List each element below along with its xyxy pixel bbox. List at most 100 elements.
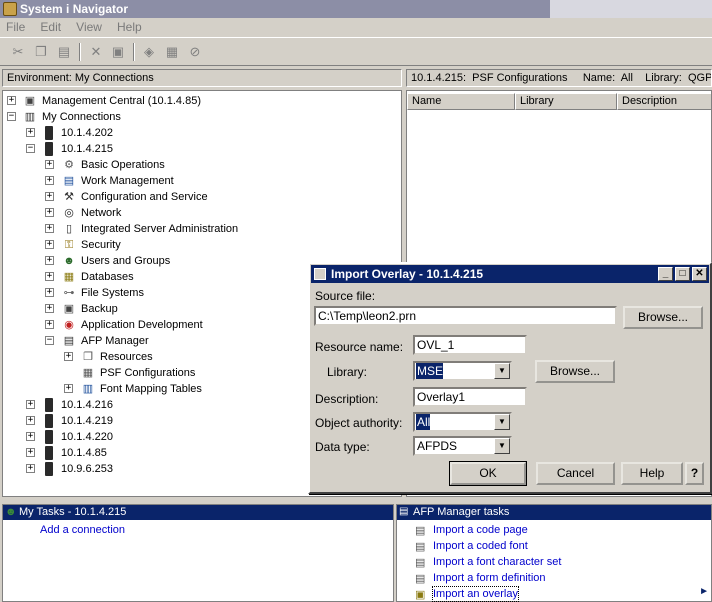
menu-bar: File Edit View Help: [0, 18, 712, 37]
expand-icon[interactable]: +: [7, 96, 16, 105]
expand-icon[interactable]: +: [64, 352, 73, 361]
copy-icon[interactable]: ❐: [33, 44, 49, 60]
data-type-select[interactable]: AFPDS ▼: [413, 436, 512, 456]
expand-icon[interactable]: +: [26, 400, 35, 409]
tree-item-basic-operations[interactable]: + ⚙ Basic Operations: [3, 157, 401, 173]
whats-this-button[interactable]: ?: [685, 462, 704, 485]
expand-icon[interactable]: +: [45, 304, 54, 313]
my-tasks-pane: ☻ My Tasks - 10.1.4.215 Add a connection: [2, 504, 394, 602]
expand-icon[interactable]: +: [26, 464, 35, 473]
tree-item-label: Application Development: [81, 319, 203, 331]
tree-item-label: 10.1.4.220: [61, 431, 113, 443]
tree-item-label: My Connections: [42, 111, 121, 123]
chevron-down-icon[interactable]: ▼: [494, 414, 510, 430]
browse-library-button[interactable]: Browse...: [535, 360, 615, 383]
cut-icon[interactable]: ✂: [10, 44, 26, 60]
user-task-icon: ☻: [5, 506, 17, 518]
expand-icon[interactable]: +: [64, 384, 73, 393]
tree-item-network[interactable]: + ◎ Network: [3, 205, 401, 221]
collapse-icon[interactable]: −: [7, 112, 16, 121]
dialog-title-bar[interactable]: Import Overlay - 10.1.4.215 _ □ ✕: [311, 265, 709, 283]
expand-icon[interactable]: +: [26, 432, 35, 441]
expand-icon[interactable]: +: [26, 128, 35, 137]
environment-label: Environment: My Connections: [7, 72, 154, 84]
expand-icon[interactable]: +: [45, 256, 54, 265]
import-overlay-link[interactable]: Import an overlay: [432, 586, 519, 602]
font-mapping-icon: ▥: [82, 383, 94, 395]
expand-icon[interactable]: +: [45, 160, 54, 169]
tree-item-label: 10.1.4.202: [61, 127, 113, 139]
help-button[interactable]: Help: [621, 462, 683, 485]
browse-source-button[interactable]: Browse...: [623, 306, 703, 329]
tree-item-work-management[interactable]: + ▤ Work Management: [3, 173, 401, 189]
collapse-icon[interactable]: −: [45, 336, 54, 345]
datatype-selected-value: AFPDS: [417, 439, 458, 453]
tree-item-configuration-service[interactable]: + ⚒ Configuration and Service: [3, 189, 401, 205]
title-bar-blank: [550, 0, 712, 18]
resource-name-input[interactable]: OVL_1: [413, 335, 527, 355]
import-form-definition-link[interactable]: Import a form definition: [433, 571, 546, 585]
list-icon[interactable]: ▦: [164, 44, 180, 60]
window-title-bar[interactable]: System i Navigator: [0, 0, 550, 18]
maximize-button[interactable]: □: [675, 267, 690, 281]
expand-icon[interactable]: +: [45, 320, 54, 329]
library-selected-value: MSE: [416, 363, 444, 379]
column-header-name[interactable]: Name: [407, 93, 515, 110]
tree-item-management-central[interactable]: + ▣ Management Central (10.1.4.85): [3, 93, 401, 109]
menu-view[interactable]: View: [70, 18, 108, 37]
expand-icon[interactable]: +: [45, 272, 54, 281]
collapse-icon[interactable]: −: [26, 144, 35, 153]
work-management-icon: ▤: [63, 175, 75, 187]
object-authority-select[interactable]: All ▼: [413, 412, 512, 432]
chevron-down-icon[interactable]: ▼: [494, 363, 510, 379]
cancel-button[interactable]: Cancel: [536, 462, 615, 485]
expand-icon[interactable]: +: [45, 176, 54, 185]
chevron-down-icon[interactable]: ▼: [494, 438, 510, 454]
scroll-right-icon[interactable]: ►: [699, 586, 709, 597]
menu-help[interactable]: Help: [111, 18, 148, 37]
minimize-button[interactable]: _: [658, 267, 673, 281]
paste-icon[interactable]: ▤: [56, 44, 72, 60]
tree-item-my-connections[interactable]: − ▥ My Connections: [3, 109, 401, 125]
toolbar: ✂ ❐ ▤ ✕ ▣ ◈ ▦ ⊘: [0, 37, 712, 66]
expand-icon[interactable]: +: [26, 448, 35, 457]
import-font-character-set-link[interactable]: Import a font character set: [433, 555, 561, 569]
ok-button[interactable]: OK: [449, 461, 527, 486]
tree-item-integrated-server[interactable]: + ▯ Integrated Server Administration: [3, 221, 401, 237]
expand-icon[interactable]: +: [45, 288, 54, 297]
window-title: System i Navigator: [20, 2, 129, 16]
expand-icon[interactable]: +: [45, 224, 54, 233]
authority-selected-value: All: [416, 414, 431, 430]
menu-edit[interactable]: Edit: [34, 18, 67, 37]
stop-icon[interactable]: ⊘: [187, 44, 203, 60]
tree-item-server[interactable]: − 10.1.4.215: [3, 141, 401, 157]
expand-icon[interactable]: +: [45, 208, 54, 217]
tree-item-label: Integrated Server Administration: [81, 223, 239, 235]
basic-operations-icon: ⚙: [64, 159, 74, 171]
column-header-description[interactable]: Description: [617, 93, 711, 110]
add-connection-link[interactable]: Add a connection: [40, 523, 125, 537]
delete-icon[interactable]: ✕: [88, 44, 104, 60]
afp-tasks-header: ▤ AFP Manager tasks: [397, 505, 711, 520]
server-icon: [45, 430, 53, 444]
source-file-input[interactable]: C:\Temp\leon2.prn: [314, 306, 617, 326]
font-character-set-icon: ▤: [415, 557, 426, 569]
import-code-page-link[interactable]: Import a code page: [433, 523, 528, 537]
expand-icon[interactable]: +: [45, 240, 54, 249]
column-header-library[interactable]: Library: [515, 93, 617, 110]
code-page-icon: ▤: [415, 525, 426, 537]
library-select[interactable]: MSE ▼: [413, 361, 512, 381]
description-input[interactable]: Overlay1: [413, 387, 527, 407]
expand-icon[interactable]: +: [45, 192, 54, 201]
tree-item-security[interactable]: + ⚿ Security: [3, 237, 401, 253]
import-coded-font-link[interactable]: Import a coded font: [433, 539, 528, 553]
close-button[interactable]: ✕: [692, 267, 707, 281]
tree-item-server[interactable]: + 10.1.4.202: [3, 125, 401, 141]
menu-file[interactable]: File: [0, 18, 31, 37]
tree-item-label: Work Management: [81, 175, 174, 187]
properties-icon[interactable]: ▣: [110, 44, 126, 60]
expand-icon[interactable]: +: [26, 416, 35, 425]
description-label: Description:: [315, 392, 379, 406]
afp-tasks-pane: ▤ AFP Manager tasks ▤ Import a code page…: [396, 504, 712, 602]
run-icon[interactable]: ◈: [141, 44, 157, 60]
